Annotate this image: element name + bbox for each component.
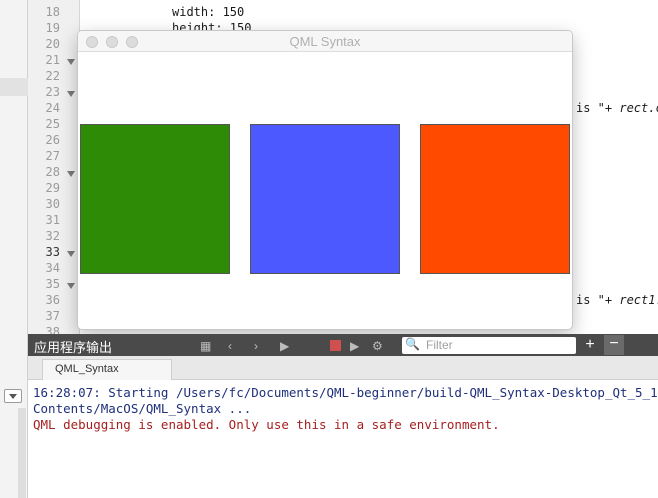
- back-icon[interactable]: ‹: [228, 339, 232, 353]
- line-number: 26: [45, 133, 60, 147]
- collapse-panel-button[interactable]: [4, 389, 22, 403]
- green-rectangle: [80, 124, 230, 274]
- code-fragment-1: is "+ rect.c: [576, 101, 658, 115]
- window-title: QML Syntax: [289, 34, 361, 49]
- zoom-out-button[interactable]: −: [604, 335, 624, 355]
- search-icon: 🔍: [405, 337, 420, 351]
- output-pane-header: 应用程序输出 ▦ ‹ › ▶ ▲ ▶ ⚙ 🔍 Filter + −: [28, 334, 658, 356]
- line-number: 27: [45, 149, 60, 163]
- line-number: 32: [45, 229, 60, 243]
- log-line: 16:28:07: Starting /Users/fc/Documents/Q…: [33, 385, 658, 400]
- line-number: 21: [45, 53, 60, 67]
- tab-qml-syntax[interactable]: QML_Syntax: [42, 359, 172, 380]
- tab-label: QML_Syntax: [55, 363, 119, 375]
- log-line: QML debugging is enabled. Only use this …: [33, 417, 500, 432]
- line-number: 19: [45, 21, 60, 35]
- line-number: 31: [45, 213, 60, 227]
- code-line-width: width: 150: [172, 5, 245, 19]
- line-number: 28: [45, 165, 60, 179]
- line-number: 34: [45, 261, 60, 275]
- orange-rectangle: [420, 124, 570, 274]
- line-number: 18: [45, 5, 60, 19]
- line-number: 36: [45, 293, 60, 307]
- fold-arrow-icon[interactable]: [67, 91, 75, 97]
- line-number: 25: [45, 117, 60, 131]
- line-number: 37: [45, 309, 60, 323]
- line-number: 22: [45, 69, 60, 83]
- sidebar-highlight: [0, 78, 28, 96]
- fold-arrow-icon[interactable]: [67, 59, 75, 65]
- run-icon[interactable]: ▶: [280, 339, 289, 353]
- window-titlebar[interactable]: QML Syntax: [78, 31, 572, 52]
- output-scrollbar[interactable]: [18, 408, 26, 498]
- gear-icon[interactable]: ⚙: [372, 339, 383, 353]
- output-log: 16:28:07: Starting /Users/fc/Documents/Q…: [28, 380, 658, 498]
- forward-icon[interactable]: ›: [254, 339, 258, 353]
- filter-placeholder: Filter: [426, 338, 453, 352]
- output-tabbar: QML_Syntax: [28, 356, 658, 380]
- fold-arrow-icon[interactable]: [67, 283, 75, 289]
- stop-icon[interactable]: [330, 340, 341, 351]
- fold-arrow-icon[interactable]: [67, 171, 75, 177]
- line-number: 33: [45, 245, 60, 259]
- line-number: 20: [45, 37, 60, 51]
- collapse-icon[interactable]: ▦: [200, 339, 211, 353]
- debug-run-icon[interactable]: ▶: [350, 339, 359, 353]
- code-fragment-2: is "+ rect1.: [576, 293, 658, 307]
- qml-syntax-window[interactable]: QML Syntax: [77, 30, 573, 330]
- line-number: 35: [45, 277, 60, 291]
- line-number: 23: [45, 85, 60, 99]
- line-number: 29: [45, 181, 60, 195]
- line-number: 30: [45, 197, 60, 211]
- filter-input[interactable]: 🔍 Filter: [402, 337, 576, 354]
- log-line: Contents/MacOS/QML_Syntax ...: [33, 401, 252, 416]
- output-pane-title: 应用程序输出: [34, 340, 113, 355]
- line-number: 24: [45, 101, 60, 115]
- blue-rectangle: [250, 124, 400, 274]
- zoom-in-button[interactable]: +: [580, 335, 600, 355]
- fold-arrow-icon[interactable]: [67, 251, 75, 257]
